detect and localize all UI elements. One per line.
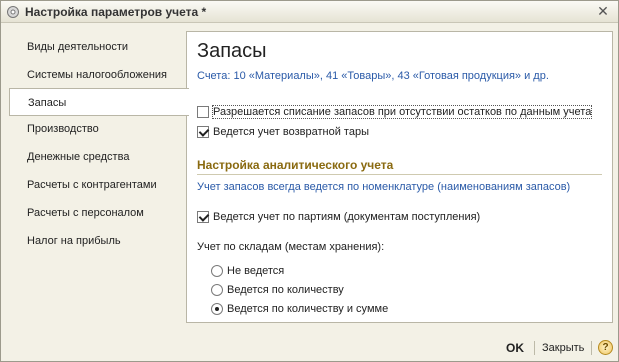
allow-writeoff-checkbox[interactable] <box>197 106 209 118</box>
main-panel: Запасы Счета: 10 «Материалы», 41 «Товары… <box>186 31 613 323</box>
title-bar: Настройка параметров учета * ✕ <box>1 1 618 23</box>
radio-button[interactable] <box>211 265 223 277</box>
allow-writeoff-checkbox-row[interactable]: Разрешается списание запасов при отсутст… <box>197 104 593 120</box>
batch-accounting-checkbox[interactable] <box>197 211 209 223</box>
allow-writeoff-label: Разрешается списание запасов при отсутст… <box>211 105 593 119</box>
radio-button[interactable] <box>211 284 223 296</box>
divider <box>591 341 592 355</box>
page-title: Запасы <box>197 40 267 62</box>
sidebar-item-production[interactable]: Производство <box>9 115 186 143</box>
sidebar: Виды деятельности Системы налогообложени… <box>9 33 189 323</box>
analytics-info-link[interactable]: Учет запасов всегда ведется по номенклат… <box>197 181 570 193</box>
analytics-section-title: Настройка аналитического учета <box>197 158 394 172</box>
batch-accounting-label: Ведется учет по партиям (документам пост… <box>213 211 481 223</box>
gear-icon <box>7 6 19 18</box>
radio-label: Ведется по количеству <box>227 284 344 296</box>
warehouse-option-quantity-sum[interactable]: Ведется по количеству и сумме <box>211 301 388 317</box>
ok-button[interactable]: OK <box>506 341 524 355</box>
sidebar-item-counterparties[interactable]: Расчеты с контрагентами <box>9 171 186 199</box>
radio-button[interactable] <box>211 303 223 315</box>
returnable-packaging-checkbox-row[interactable]: Ведется учет возвратной тары <box>197 124 369 140</box>
accounts-link[interactable]: Счета: 10 «Материалы», 41 «Товары», 43 «… <box>197 70 549 82</box>
section-divider <box>197 174 602 175</box>
footer-bar: OK Закрыть ? <box>1 331 618 362</box>
settings-window: Настройка параметров учета * ✕ Виды деят… <box>0 0 619 362</box>
warehouse-accounting-label: Учет по складам (местам хранения): <box>197 241 385 253</box>
sidebar-item-personnel[interactable]: Расчеты с персоналом <box>9 199 186 227</box>
sidebar-item-activities[interactable]: Виды деятельности <box>9 33 186 61</box>
radio-label: Ведется по количеству и сумме <box>227 303 389 315</box>
returnable-packaging-label: Ведется учет возвратной тары <box>213 126 369 138</box>
warehouse-option-quantity[interactable]: Ведется по количеству <box>211 282 344 298</box>
radio-label: Не ведется <box>227 265 285 277</box>
divider <box>534 341 535 355</box>
returnable-packaging-checkbox[interactable] <box>197 126 209 138</box>
help-icon[interactable]: ? <box>598 340 613 355</box>
close-icon[interactable]: ✕ <box>596 4 610 18</box>
sidebar-item-tax-systems[interactable]: Системы налогообложения <box>9 61 186 89</box>
window-title: Настройка параметров учета * <box>25 5 207 19</box>
warehouse-option-none[interactable]: Не ведется <box>211 263 284 279</box>
close-button[interactable]: Закрыть <box>542 342 584 354</box>
sidebar-item-cash[interactable]: Денежные средства <box>9 143 186 171</box>
batch-accounting-checkbox-row[interactable]: Ведется учет по партиям (документам пост… <box>197 209 480 225</box>
sidebar-item-inventory[interactable]: Запасы <box>9 88 189 116</box>
sidebar-item-profit-tax[interactable]: Налог на прибыль <box>9 227 186 255</box>
